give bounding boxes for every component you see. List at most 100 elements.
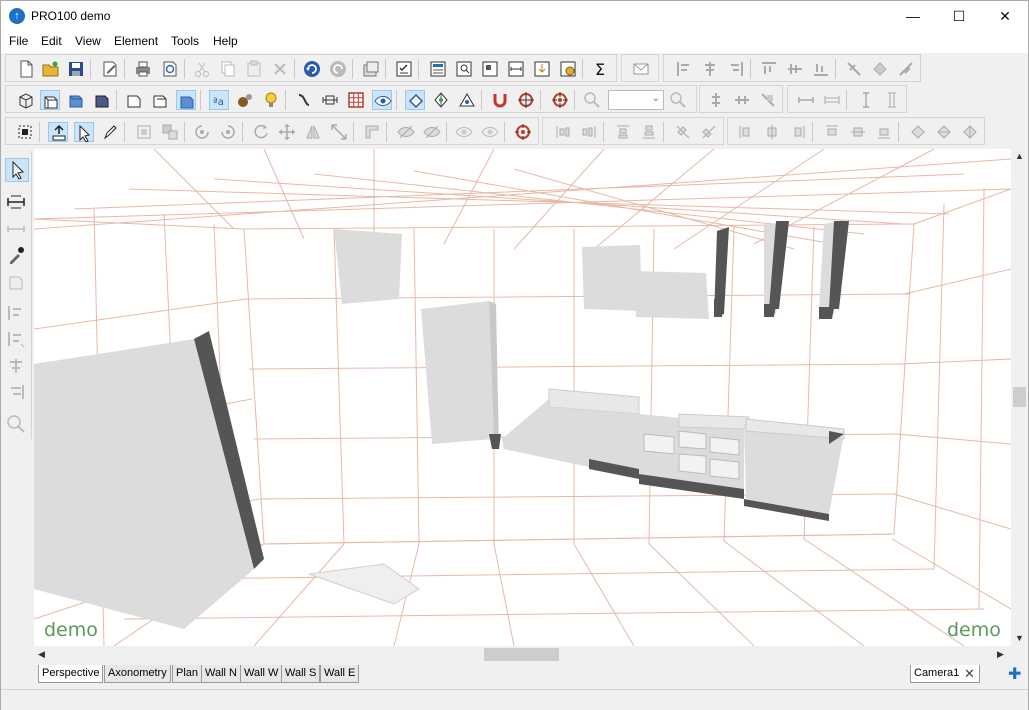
scroll-left-icon[interactable]: ◀ — [38, 649, 45, 660]
menu-view[interactable]: View — [75, 34, 101, 48]
align-tool-1-icon[interactable] — [5, 302, 29, 326]
move-arrows-icon[interactable] — [277, 122, 297, 142]
scroll-up-icon[interactable]: ▲ — [1015, 151, 1024, 161]
show-icon[interactable] — [454, 122, 474, 142]
arrange-6-icon[interactable] — [699, 122, 719, 142]
wall-attach-icon[interactable] — [362, 122, 382, 142]
pointer-tool-icon[interactable] — [5, 158, 29, 182]
shaded-view-icon[interactable] — [66, 90, 86, 110]
new-document-icon[interactable] — [16, 59, 36, 79]
zoom-in-icon[interactable] — [668, 90, 688, 110]
close-button[interactable]: ✕ — [982, 1, 1028, 31]
close-camera-icon[interactable]: ✕ — [964, 666, 975, 682]
mirror-icon[interactable] — [303, 122, 323, 142]
distribute-h-icon[interactable] — [706, 90, 726, 110]
snap-top-icon[interactable] — [822, 122, 842, 142]
eyedropper-tool-icon[interactable] — [5, 244, 29, 268]
crosshair-target-icon[interactable] — [550, 90, 570, 110]
align-diag-2-icon[interactable] — [870, 59, 890, 79]
tab-plan[interactable]: Plan — [172, 665, 203, 683]
catalog-icon[interactable] — [361, 59, 381, 79]
arrange-3-icon[interactable] — [613, 122, 633, 142]
snap-center-icon[interactable] — [762, 122, 782, 142]
align-bottom-icon[interactable] — [811, 59, 831, 79]
box-solid-icon[interactable] — [176, 90, 196, 110]
align-left-icon[interactable] — [674, 59, 694, 79]
scroll-down-icon[interactable]: ▼ — [1015, 633, 1024, 643]
equal-width-icon[interactable] — [822, 90, 842, 110]
mail-icon[interactable] — [631, 59, 651, 79]
menu-edit[interactable]: Edit — [41, 34, 62, 48]
snap-diamond-icon[interactable] — [405, 90, 425, 110]
scroll-right-icon[interactable]: ▶ — [997, 649, 1004, 660]
paint-bucket-tool-icon[interactable] — [5, 271, 29, 295]
snap-angle-icon[interactable] — [457, 90, 477, 110]
target-icon[interactable] — [516, 90, 536, 110]
tab-wall-e[interactable]: Wall E — [320, 665, 360, 683]
menu-element[interactable]: Element — [114, 34, 158, 48]
menu-tools[interactable]: Tools — [171, 34, 199, 48]
tab-wall-s[interactable]: Wall S — [281, 665, 321, 683]
tab-perspective[interactable]: Perspective — [38, 665, 104, 683]
menu-help[interactable]: Help — [213, 34, 238, 48]
align-middle-icon[interactable] — [785, 59, 805, 79]
distribute-v-icon[interactable] — [732, 90, 752, 110]
horizontal-scrollbar[interactable]: ◀ ▶ — [34, 646, 1011, 663]
align-right-icon[interactable] — [726, 59, 746, 79]
measure-tool-icon[interactable] — [5, 191, 29, 215]
vertical-scrollbar[interactable]: ▲ ▼ — [1011, 149, 1028, 646]
cut-icon[interactable] — [192, 59, 212, 79]
delete-icon[interactable] — [270, 59, 290, 79]
vertical-scroll-thumb[interactable] — [1013, 387, 1026, 407]
arrange-4-icon[interactable] — [639, 122, 659, 142]
properties-icon[interactable] — [100, 59, 120, 79]
insert-element-icon[interactable] — [48, 122, 68, 142]
tab-axonometry[interactable]: Axonometry — [104, 665, 171, 683]
open-folder-icon[interactable] — [41, 59, 61, 79]
align-tool-3-icon[interactable] — [5, 355, 29, 379]
tab-wall-w[interactable]: Wall W — [240, 665, 283, 683]
resize-icon[interactable] — [329, 122, 349, 142]
align-diag-1-icon[interactable] — [844, 59, 864, 79]
maximize-button[interactable]: ☐ — [936, 1, 982, 31]
align-tool-4-icon[interactable] — [5, 381, 29, 405]
wireframe-view-icon[interactable] — [16, 90, 36, 110]
materials-icon[interactable] — [235, 90, 255, 110]
select-all-icon[interactable] — [15, 122, 35, 142]
magnet-icon[interactable] — [490, 90, 510, 110]
light-bulb-icon[interactable] — [261, 90, 281, 110]
textured-view-icon[interactable] — [92, 90, 112, 110]
distribute-diag-icon[interactable] — [758, 90, 778, 110]
snap-middle-icon[interactable] — [848, 122, 868, 142]
measure-icon[interactable] — [320, 90, 340, 110]
handles-icon[interactable] — [294, 90, 314, 110]
menu-file[interactable]: File — [9, 34, 28, 48]
dimensions-icon[interactable] — [506, 59, 526, 79]
print-preview-icon[interactable] — [160, 59, 180, 79]
horizontal-scroll-thumb[interactable] — [484, 648, 559, 661]
add-camera-icon[interactable]: ✚ — [1008, 664, 1021, 684]
focus-target-icon[interactable] — [513, 122, 533, 142]
arrange-2-icon[interactable] — [579, 122, 599, 142]
width-icon[interactable] — [796, 90, 816, 110]
zoom-document-icon[interactable] — [454, 59, 474, 79]
align-diag-3-icon[interactable] — [896, 59, 916, 79]
snap-diag-1-icon[interactable] — [908, 122, 928, 142]
grid-icon[interactable] — [346, 90, 366, 110]
hide-others-icon[interactable] — [422, 122, 442, 142]
move-pointer-icon[interactable] — [74, 122, 94, 142]
copy-icon[interactable] — [218, 59, 238, 79]
export-icon[interactable] — [532, 59, 552, 79]
snap-vertex-icon[interactable] — [431, 90, 451, 110]
zoom-tool-icon[interactable] — [5, 413, 29, 437]
group-icon[interactable] — [134, 122, 154, 142]
pen-edit-icon[interactable] — [100, 122, 120, 142]
tab-wall-n[interactable]: Wall N — [201, 665, 241, 683]
undo-icon[interactable] — [302, 59, 322, 79]
sum-icon[interactable]: Σ — [591, 59, 611, 79]
snap-diag-3-icon[interactable] — [960, 122, 980, 142]
box-outline-icon[interactable] — [124, 90, 144, 110]
hidden-lines-view-icon[interactable] — [40, 90, 60, 110]
report-icon[interactable] — [428, 59, 448, 79]
box-edges-icon[interactable] — [150, 90, 170, 110]
